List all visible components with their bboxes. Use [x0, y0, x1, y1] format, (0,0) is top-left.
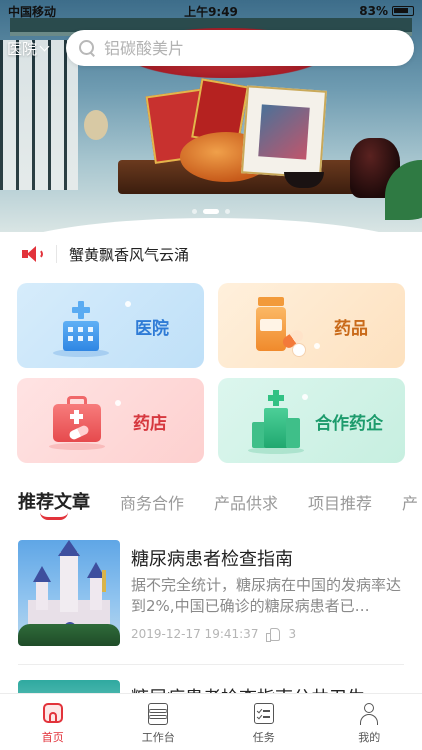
tab-label: 商务合作: [120, 494, 185, 513]
tab-recommended-articles[interactable]: 推荐文章: [18, 486, 90, 522]
tab-project-recommend[interactable]: 项目推荐: [308, 486, 372, 522]
chevron-down-icon: [39, 41, 50, 51]
article-title: 糖尿病患者检查指南: [131, 549, 293, 570]
announcement-bar[interactable]: 蟹黄飘香风气云涌: [20, 242, 404, 266]
nav-label: 首页: [41, 731, 64, 744]
promo-banner[interactable]: 中国移动 上午9:49 83% 医院: [0, 0, 422, 232]
tab-label: 产品供求: [214, 494, 279, 513]
location-selector[interactable]: 医院: [0, 38, 66, 59]
nav-label: 我的: [358, 731, 381, 744]
banner-dot-active[interactable]: [203, 209, 219, 214]
thumbs-up-icon[interactable]: [266, 627, 281, 642]
tab-label: 推荐文章: [18, 492, 90, 513]
banner-pagination: [0, 209, 422, 214]
notice-divider: [56, 245, 57, 263]
carrier-label: 中国移动: [8, 4, 57, 19]
like-count: 3: [288, 627, 297, 641]
tab-product-supply[interactable]: 产品供求: [214, 486, 278, 522]
article-list-item[interactable]: 糖尿病患者检查指南 据不完全统计，糖尿病在中国的发病率达到2%,中国已确诊的糖尿…: [18, 540, 404, 650]
banner-dot[interactable]: [225, 209, 230, 214]
list-divider: [18, 664, 404, 665]
tab-label: 产: [402, 494, 419, 513]
article-date: 2019-12-17 19:41:37: [131, 627, 259, 641]
user-icon: [357, 703, 381, 725]
tab-label: 项目推荐: [308, 494, 373, 513]
search-icon: [78, 39, 96, 57]
nav-profile[interactable]: 我的: [317, 694, 422, 750]
article-tabs: 推荐文章 商务合作 产品供求 项目推荐 产: [18, 486, 418, 522]
category-label: 合作药企: [315, 414, 383, 434]
article-meta: 2019-12-17 19:41:37 3: [131, 627, 297, 642]
announcement-text: 蟹黄飘香风气云涌: [69, 245, 190, 264]
medicine-bottle-icon: [252, 295, 314, 359]
category-label: 医院: [135, 319, 169, 339]
category-card-partner-company[interactable]: 合作药企: [218, 378, 405, 463]
pharma-company-icon: [248, 388, 304, 454]
tab-business-cooperation[interactable]: 商务合作: [120, 486, 184, 522]
layers-icon: [146, 703, 170, 725]
task-icon: [252, 703, 276, 725]
nav-tasks[interactable]: 任务: [211, 694, 317, 750]
category-card-hospital[interactable]: 医院: [17, 283, 204, 368]
active-tab-indicator: [40, 512, 68, 520]
nav-label: 任务: [252, 731, 275, 744]
status-bar: 中国移动 上午9:49 83%: [0, 0, 422, 22]
category-label: 药店: [133, 414, 167, 434]
category-card-medicine[interactable]: 药品: [218, 283, 405, 368]
banner-dot[interactable]: [192, 209, 197, 214]
search-bar[interactable]: [66, 30, 414, 66]
banner-plant: [84, 110, 108, 140]
nav-home[interactable]: 首页: [0, 694, 106, 750]
search-input[interactable]: [104, 38, 384, 58]
pharmacy-kit-icon: [49, 394, 109, 450]
top-bar: 医院: [0, 30, 422, 66]
bottom-navigation: 首页 工作台 任务 我的: [0, 693, 422, 750]
category-label: 药品: [334, 319, 368, 339]
article-thumbnail: [18, 540, 120, 646]
home-page: 中国移动 上午9:49 83% 医院 铝碳酸美片 蟹黄飘香风气云涌 医院 药品 …: [0, 0, 422, 750]
nav-label: 工作台: [141, 731, 175, 744]
speaker-icon: [20, 244, 46, 264]
tab-more[interactable]: 产: [402, 486, 418, 522]
banner-gift-bag: [241, 85, 327, 179]
nav-workbench[interactable]: 工作台: [106, 694, 212, 750]
battery-icon: [392, 6, 414, 16]
article-summary: 据不完全统计，糖尿病在中国的发病率达到2%,中国已确诊的糖尿病患者已…: [131, 576, 402, 615]
battery-percent: 83%: [359, 4, 388, 18]
status-right: 83%: [359, 4, 414, 18]
hospital-icon: [53, 299, 109, 357]
category-card-pharmacy[interactable]: 药店: [17, 378, 204, 463]
home-icon: [41, 703, 65, 725]
location-label: 医院: [7, 39, 38, 58]
